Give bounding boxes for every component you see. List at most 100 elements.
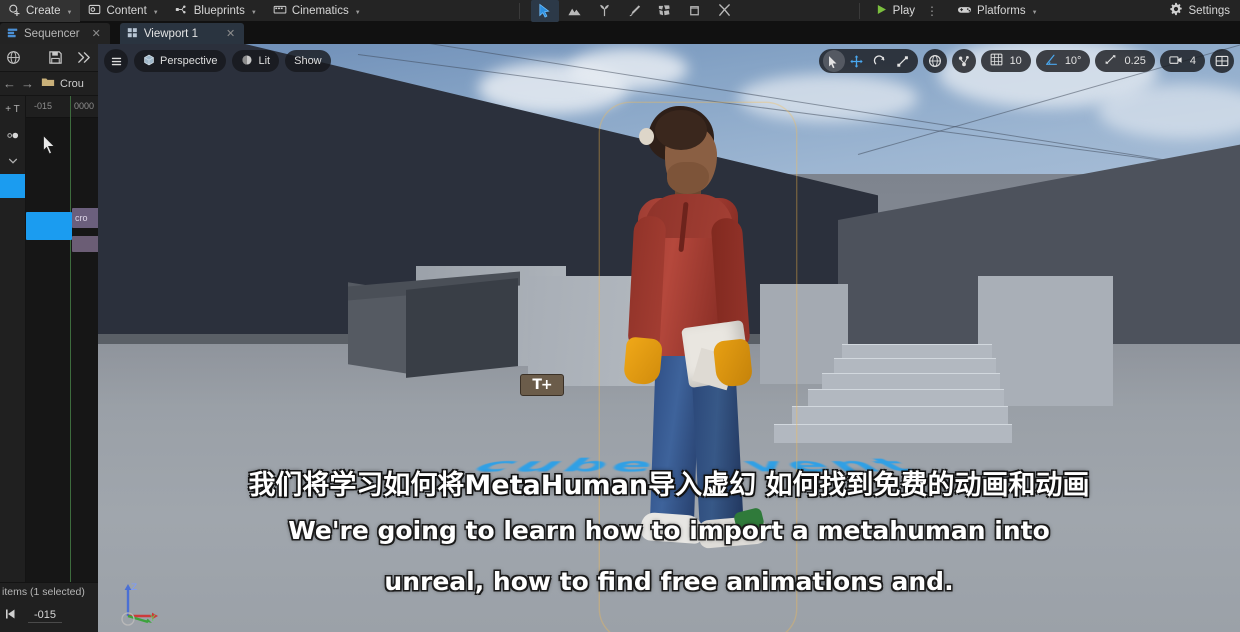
level-viewport[interactable]: cubeyevent T+ <box>98 44 1240 632</box>
world-coords-icon[interactable] <box>922 49 947 73</box>
settings-label: Settings <box>1188 4 1230 17</box>
viewport-layout-icon[interactable] <box>1210 49 1234 73</box>
character-hair-top <box>655 110 707 150</box>
angle-snap-button[interactable]: 10° <box>1035 50 1091 72</box>
sequencer-transport: -015 <box>0 601 98 631</box>
stair-step <box>792 406 1008 424</box>
animation-mode-icon[interactable] <box>711 0 739 22</box>
add-track-button[interactable]: + T <box>0 96 25 122</box>
brush-edit-mode-icon[interactable] <box>681 0 709 22</box>
toolbar-divider <box>518 2 520 19</box>
double-chevron-right-icon[interactable] <box>72 47 94 69</box>
axis-gizmo[interactable]: Z Y <box>114 574 166 626</box>
sequencer-toolbar <box>0 44 98 72</box>
world-icon[interactable] <box>2 47 24 69</box>
chevron-down-icon: ▼ <box>66 9 73 16</box>
landscape-mode-icon[interactable] <box>561 0 589 22</box>
toolbar-item-create[interactable]: Create ▼ <box>0 0 81 22</box>
sequencer-footer: items (1 selected) -015 <box>0 582 98 632</box>
surface-snap-icon[interactable] <box>951 49 976 73</box>
current-frame-field[interactable]: -015 <box>28 609 63 623</box>
sequencer-clip-secondary[interactable] <box>72 236 98 252</box>
move-tool-icon[interactable] <box>846 50 868 72</box>
chevron-down-icon[interactable] <box>0 148 25 174</box>
show-flags-label: Show <box>294 55 322 67</box>
sequencer-outliner: + T <box>0 96 26 606</box>
platforms-label: Platforms <box>977 4 1026 17</box>
camera-mode-button[interactable]: Perspective <box>134 50 227 72</box>
playhead[interactable] <box>70 96 71 606</box>
sequencer-body: + T -015 0000 cro <box>0 96 98 606</box>
sequencer-breadcrumb: ← → Crou <box>0 72 98 96</box>
add-track-label: + T <box>5 103 20 115</box>
play-button[interactable]: Play <box>867 0 923 22</box>
lit-sphere-icon <box>241 54 253 69</box>
tab-sequencer[interactable]: Sequencer ✕ <box>0 23 110 44</box>
fracture-mode-icon[interactable] <box>651 0 679 22</box>
foliage-mode-icon[interactable] <box>591 0 619 22</box>
stair-step <box>842 344 992 358</box>
time-tick-label: -015 <box>34 101 53 111</box>
cube-icon <box>143 54 155 69</box>
chevron-down-icon: ▼ <box>1031 9 1038 16</box>
create-icon <box>8 3 21 19</box>
view-mode-button[interactable]: Lit <box>232 50 280 72</box>
platforms-icon <box>957 3 972 19</box>
toolbar-item-content[interactable]: Content ▼ <box>80 0 166 22</box>
sequencer-icon <box>7 27 18 41</box>
main-toolbar: Create ▼ Content ▼ Blueprints ▼ Cinemati… <box>0 0 1240 22</box>
grid-snap-button[interactable]: 10 <box>980 50 1031 72</box>
clip-label: cro <box>75 213 88 223</box>
sequencer-clip-selected[interactable] <box>26 212 72 240</box>
camera-mode-label: Perspective <box>160 55 218 67</box>
folder-icon <box>41 76 55 91</box>
sequencer-clip-crouch[interactable]: cro <box>72 208 98 228</box>
close-icon[interactable]: ✕ <box>226 27 235 40</box>
text-actor-badge[interactable]: T+ <box>520 374 564 396</box>
metahuman-character[interactable] <box>603 106 793 632</box>
arrow-left-icon[interactable]: ← <box>3 76 16 91</box>
arrow-right-icon[interactable]: → <box>21 76 34 91</box>
save-icon[interactable] <box>44 47 66 69</box>
scale-tool-icon[interactable] <box>892 50 914 72</box>
select-tool-icon[interactable] <box>822 50 845 72</box>
stair-step <box>834 358 996 373</box>
show-flags-button[interactable]: Show <box>285 50 331 72</box>
platforms-button[interactable]: Platforms ▼ <box>949 0 1046 22</box>
sequencer-timeline[interactable]: -015 0000 cro <box>26 96 98 606</box>
blueprints-icon <box>175 3 189 19</box>
camera-speed-value: 4 <box>1189 55 1196 67</box>
chevron-down-icon: ▼ <box>152 9 159 16</box>
stair-step <box>774 424 1012 443</box>
tab-viewport-1[interactable]: Viewport 1 ✕ <box>119 23 245 44</box>
mesh-paint-mode-icon[interactable] <box>621 0 649 22</box>
rotate-tool-icon[interactable] <box>869 50 891 72</box>
play-options-kebab-icon[interactable]: ⋮ <box>923 4 941 18</box>
mouse-cursor <box>42 133 57 160</box>
breadcrumb-label[interactable]: Crou <box>60 78 84 90</box>
track-row-selected[interactable] <box>0 174 25 198</box>
angle-snap-value: 10° <box>1064 55 1082 67</box>
chevron-down-icon: ▼ <box>354 9 361 16</box>
key-circle-icon[interactable] <box>0 122 25 148</box>
camera-speed-button[interactable]: 4 <box>1159 50 1205 72</box>
toolbar-item-blueprints[interactable]: Blueprints ▼ <box>167 0 265 22</box>
toolbar-label-blueprints: Blueprints <box>193 4 245 17</box>
select-mode-icon[interactable] <box>530 0 559 22</box>
settings-button[interactable]: Settings <box>1161 0 1238 22</box>
toolbar-item-cinematics[interactable]: Cinematics ▼ <box>265 0 369 22</box>
scale-snap-button[interactable]: 0.25 <box>1095 50 1155 72</box>
time-tick-label: 0000 <box>74 101 95 111</box>
angle-snap-icon <box>1045 53 1058 69</box>
timeline-ruler[interactable]: -015 0000 <box>26 96 98 118</box>
step-back-icon[interactable] <box>4 607 20 626</box>
selection-status: items (1 selected) <box>2 586 85 598</box>
sequencer-panel: ← → Crou + T -015 0000 cro items (1 sele… <box>0 44 98 632</box>
toolbar-label-cinematics: Cinematics <box>291 4 349 17</box>
unreal-editor-window: Create ▼ Content ▼ Blueprints ▼ Cinemati… <box>0 0 1240 632</box>
track-row-extra[interactable] <box>0 198 25 222</box>
scale-snap-value: 0.25 <box>1124 55 1146 67</box>
play-icon <box>875 3 888 19</box>
hamburger-menu-icon[interactable] <box>104 49 128 73</box>
close-icon[interactable]: ✕ <box>92 27 101 40</box>
